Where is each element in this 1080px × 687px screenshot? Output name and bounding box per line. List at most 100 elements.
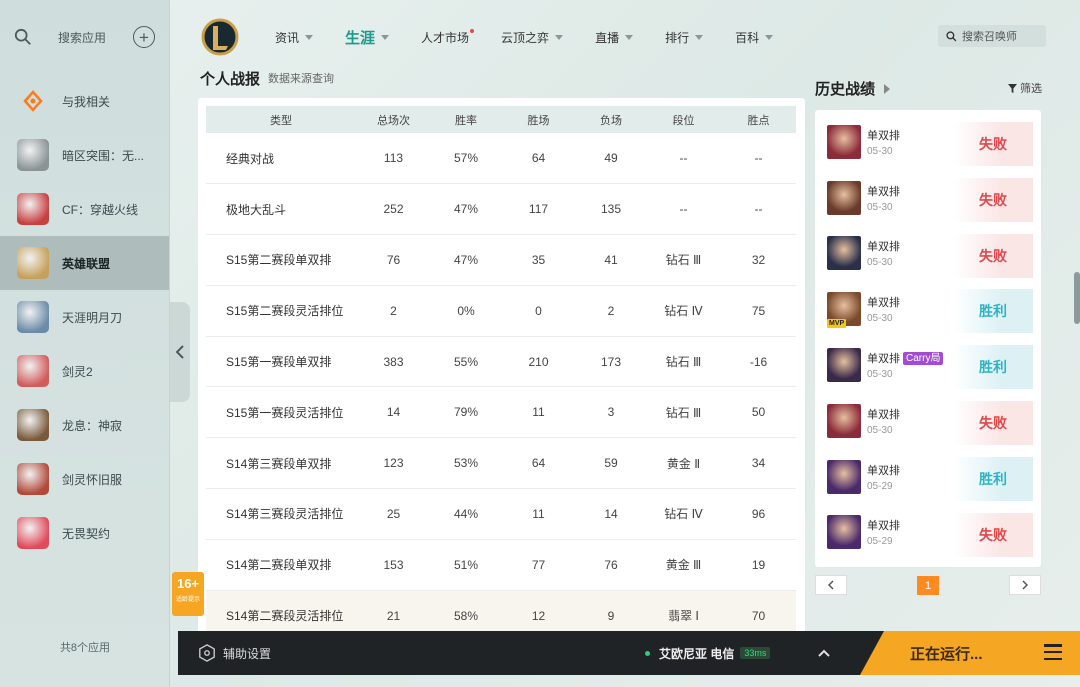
history-match-item[interactable]: 单双排 05-30 失败 bbox=[815, 170, 1041, 226]
launch-running-button[interactable]: 正在运行... bbox=[860, 631, 1080, 675]
top-nav: 资讯 生涯 人才市场 云顶之弈 直播 排行 百科 搜索召唤师 bbox=[190, 0, 1080, 74]
match-date: 05-30 bbox=[867, 313, 893, 325]
age-rating-badge: 16+ 适龄提示 bbox=[172, 572, 204, 616]
match-info: 单双排 05-29 bbox=[867, 517, 900, 547]
table-cell: 钻石 Ⅲ bbox=[646, 336, 721, 388]
match-queue-label: 单双排 bbox=[867, 129, 900, 142]
nav-item-label: 资讯 bbox=[275, 30, 300, 45]
app-sidebar: 搜索应用 + 与我相关暗区突围：无... CF：穿越火线英雄联盟天涯明月刀剑灵2 龙… bbox=[0, 0, 170, 687]
pager-prev-button[interactable] bbox=[815, 575, 847, 595]
sidebar-app-item[interactable]: CF：穿越火线 bbox=[0, 182, 169, 236]
match-result: 失败 bbox=[953, 512, 1033, 557]
sidebar-app-item[interactable]: 天涯明月刀 bbox=[0, 290, 169, 344]
table-cell: S14第三赛段灵活排位 bbox=[206, 488, 356, 540]
table-cell: 153 bbox=[356, 539, 431, 591]
app-search-row[interactable]: 搜索应用 + bbox=[0, 0, 169, 74]
match-result: 失败 bbox=[953, 400, 1033, 445]
table-cell: 76 bbox=[576, 539, 646, 591]
table-cell: 21 bbox=[356, 590, 431, 633]
match-queue: 单双排 bbox=[867, 294, 900, 310]
history-match-item[interactable]: MVP 单双排 05-30 胜利 bbox=[815, 281, 1041, 337]
age-rating-note: 适龄提示 bbox=[175, 597, 200, 603]
table-cell: 70 bbox=[721, 590, 796, 633]
table-cell: 44% bbox=[431, 488, 501, 540]
match-info: 单双排 05-30 bbox=[867, 238, 900, 268]
app-search-label[interactable]: 搜索应用 bbox=[58, 29, 133, 46]
nav-item[interactable]: 排行 bbox=[665, 29, 704, 46]
match-result: 胜利 bbox=[953, 345, 1033, 390]
champion-avatar bbox=[827, 515, 861, 550]
table-cell: 35 bbox=[501, 234, 576, 286]
filter-button[interactable]: 筛选 bbox=[1008, 80, 1042, 96]
nav-item[interactable]: 人才市场 bbox=[421, 28, 475, 46]
mvp-badge: MVP bbox=[827, 319, 847, 329]
collapse-sidebar-button[interactable] bbox=[170, 302, 190, 402]
sidebar-app-label: 英雄联盟 bbox=[62, 256, 111, 271]
page-scrollbar[interactable] bbox=[1074, 272, 1080, 324]
champion-avatar bbox=[827, 124, 861, 159]
pager-next-button[interactable] bbox=[1009, 575, 1041, 595]
assist-settings-button[interactable]: 辅助设置 bbox=[198, 644, 271, 662]
table-header-cell: 胜率 bbox=[431, 106, 501, 133]
nav-item[interactable]: 百科 bbox=[735, 29, 774, 46]
table-header-cell: 类型 bbox=[206, 106, 356, 133]
chevron-down-icon bbox=[305, 34, 314, 40]
nav-item[interactable]: 直播 bbox=[595, 29, 634, 46]
nav-item[interactable]: 资讯 bbox=[275, 29, 314, 46]
nav-item[interactable]: 云顶之弈 bbox=[501, 29, 564, 46]
table-cell: 50 bbox=[721, 386, 796, 439]
table-cell: -- bbox=[721, 183, 796, 236]
history-list: 单双排 05-30 失败 单双排 05-30 失败 单双排 05-30 失败 MVP 单双排 05-3… bbox=[815, 110, 1041, 567]
sidebar-app-item[interactable]: 剑灵怀旧服 bbox=[0, 452, 169, 506]
sidebar-app-item[interactable]: 龙息：神寂 bbox=[0, 398, 169, 452]
server-name: 艾欧尼亚 电信 bbox=[659, 646, 735, 661]
sidebar-app-label: 暗区突围：无... bbox=[62, 148, 145, 163]
sidebar-app-item[interactable]: 暗区突围：无... bbox=[0, 128, 169, 182]
table-cell: -16 bbox=[721, 336, 796, 388]
history-match-item[interactable]: 单双排 05-30 失败 bbox=[815, 114, 1041, 170]
summoner-search-input[interactable]: 搜索召唤师 bbox=[938, 25, 1046, 47]
add-app-button[interactable]: + bbox=[133, 26, 155, 48]
pager-current-page[interactable]: 1 bbox=[917, 576, 939, 595]
table-cell: 96 bbox=[721, 488, 796, 540]
game-dragon-icon bbox=[17, 409, 49, 441]
history-title-text: 历史战绩 bbox=[815, 81, 876, 98]
history-match-item[interactable]: 单双排 Carry局 05-30 胜利 bbox=[815, 337, 1041, 393]
champion-avatar bbox=[827, 459, 861, 494]
nav-item[interactable]: 生涯 bbox=[345, 27, 390, 48]
game-valorant-icon bbox=[17, 517, 49, 549]
lol-logo-icon[interactable] bbox=[200, 17, 240, 57]
menu-icon[interactable] bbox=[1044, 644, 1062, 660]
table-cell: 49 bbox=[576, 133, 646, 185]
server-selector[interactable]: 艾欧尼亚 电信 33ms bbox=[645, 645, 771, 662]
table-cell: 117 bbox=[501, 183, 576, 236]
sidebar-app-item[interactable]: 剑灵2 bbox=[0, 344, 169, 398]
chevron-down-icon bbox=[765, 34, 774, 40]
history-match-item[interactable]: 单双排 05-29 胜利 bbox=[815, 449, 1041, 505]
sidebar-app-item[interactable]: 与我相关 bbox=[0, 74, 169, 128]
match-result: 失败 bbox=[953, 122, 1033, 166]
match-queue: 单双排 bbox=[867, 517, 900, 533]
sidebar-app-item[interactable]: 无畏契约 bbox=[0, 506, 169, 560]
table-cell: 64 bbox=[501, 133, 576, 185]
nav-item-label: 百科 bbox=[735, 30, 760, 45]
stats-table: 类型 总场次 胜率 胜场 负场 段位 胜点 经典对战 113 57% 64 49 -- -- 极地大乱斗 2… bbox=[206, 106, 796, 633]
match-queue-label: 单双排 bbox=[867, 408, 900, 421]
table-cell: S14第二赛段单双排 bbox=[206, 539, 356, 591]
match-result: 胜利 bbox=[953, 289, 1033, 334]
summoner-search-placeholder: 搜索召唤师 bbox=[962, 31, 1017, 43]
sidebar-app-item[interactable]: 英雄联盟 bbox=[0, 236, 169, 290]
section-subtitle[interactable]: 数据来源查询 bbox=[268, 70, 334, 86]
sidebar-app-label: 剑灵2 bbox=[62, 364, 93, 379]
history-match-item[interactable]: 单双排 05-29 失败 bbox=[815, 505, 1041, 561]
table-row: 经典对战 113 57% 64 49 -- -- bbox=[206, 133, 796, 185]
history-title[interactable]: 历史战绩 bbox=[815, 78, 891, 99]
history-match-item[interactable]: 单双排 05-30 失败 bbox=[815, 393, 1041, 449]
match-queue-label: 单双排 bbox=[867, 241, 900, 254]
table-cell: 黄金 Ⅲ bbox=[646, 539, 721, 591]
chevron-right-icon bbox=[884, 83, 891, 94]
match-date: 05-30 bbox=[867, 369, 893, 381]
chevron-up-icon[interactable] bbox=[818, 649, 830, 657]
history-match-item[interactable]: 单双排 05-30 失败 bbox=[815, 226, 1041, 282]
table-cell: S15第一赛段灵活排位 bbox=[206, 386, 356, 439]
